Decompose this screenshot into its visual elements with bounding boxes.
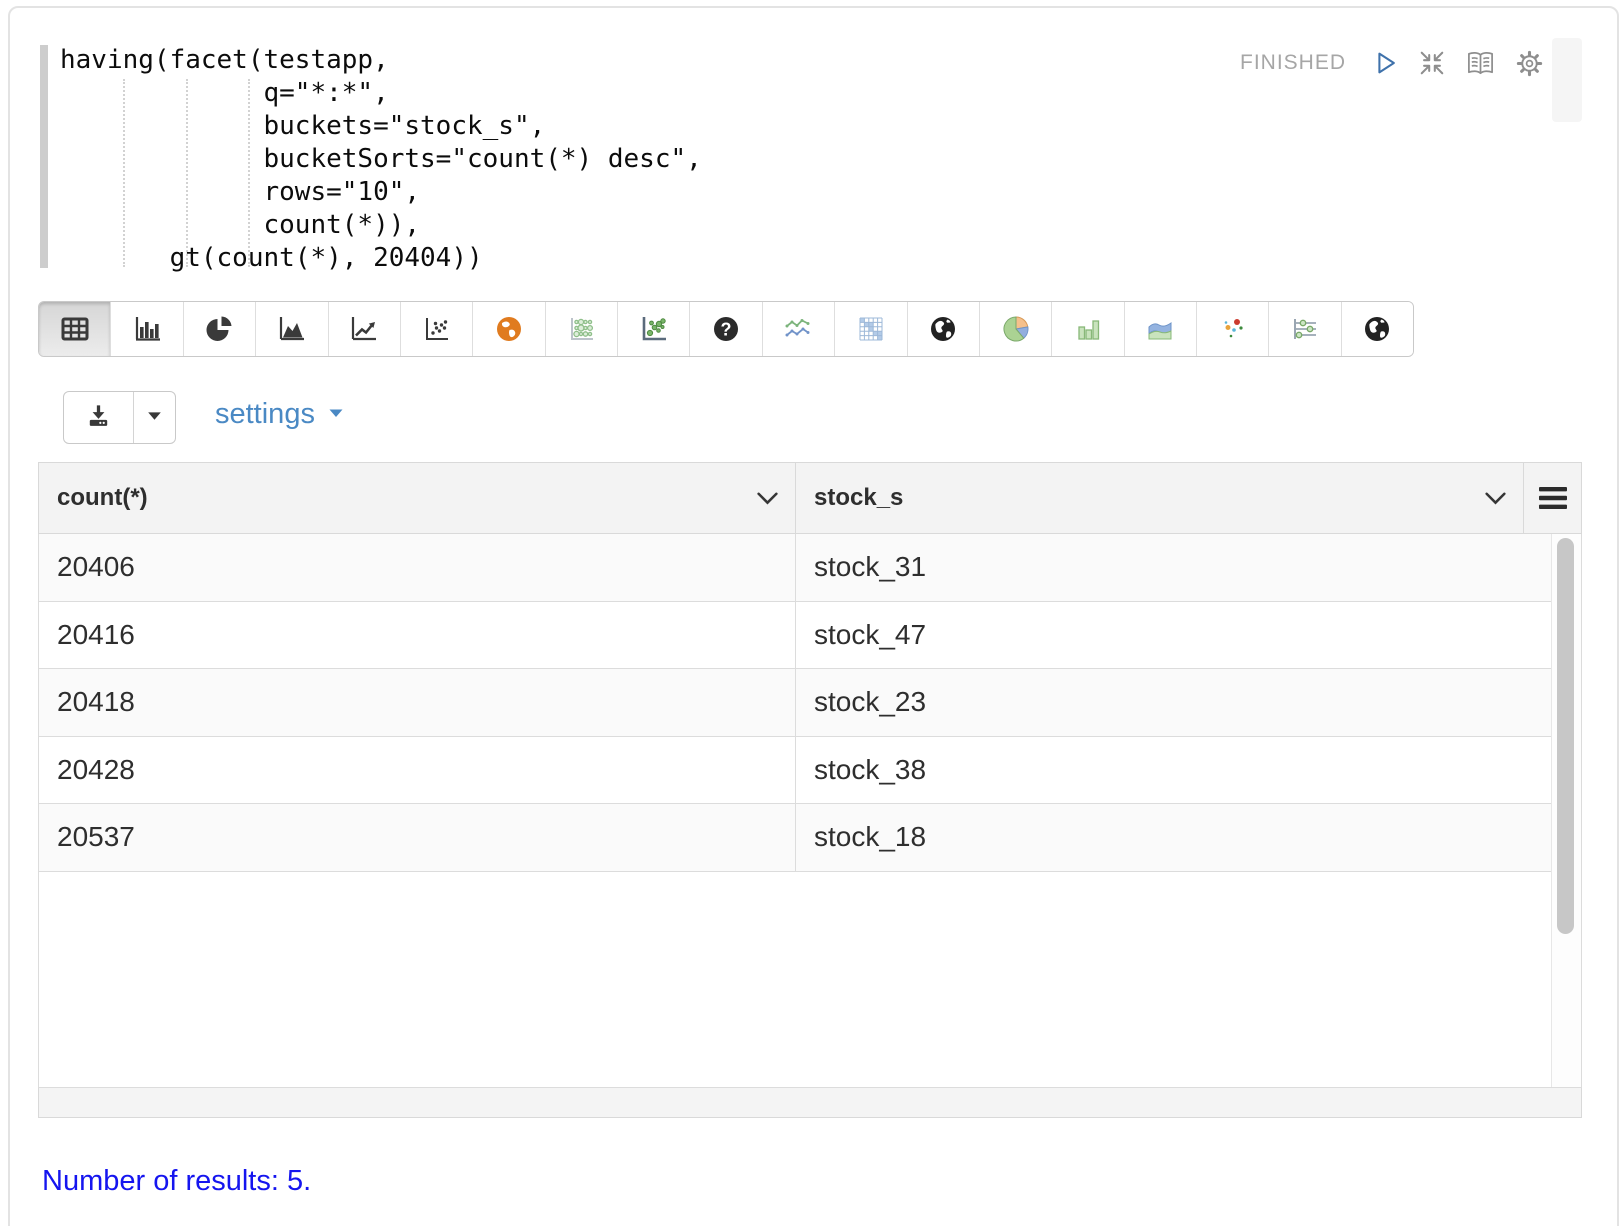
table-row[interactable]: 20537 stock_18: [39, 804, 1551, 872]
sliders-icon: [1289, 313, 1321, 345]
pie-chart-icon: [203, 313, 235, 345]
stock-cell: stock_23: [796, 669, 1551, 736]
toolbar-button-scatter-dots-colored[interactable]: [1197, 302, 1269, 356]
editor-scrollbar[interactable]: [1552, 38, 1582, 122]
results-count-text: Number of results: 5.: [42, 1165, 311, 1198]
caret-down-blue-icon: [326, 398, 346, 431]
toolbar-button-line-chart[interactable]: [329, 302, 401, 356]
scatter-chart-icon: [421, 313, 453, 345]
editor-gutter-bar: [40, 45, 48, 268]
caret-down-icon: [144, 405, 165, 431]
area-chart-icon: [276, 313, 308, 345]
count-cell: 20418: [39, 669, 796, 736]
column-label: count(*): [57, 484, 148, 512]
pie-colored-icon: [1000, 313, 1032, 345]
grid-body: 20406 stock_31 20416 stock_47 20418 stoc…: [38, 534, 1582, 1087]
column-menu-button[interactable]: [1484, 491, 1507, 506]
column-label: stock_s: [814, 484, 903, 512]
show-editor-button[interactable]: [1465, 49, 1496, 78]
toolbar-button-sliders[interactable]: [1269, 302, 1341, 356]
collapse-button[interactable]: [1418, 49, 1446, 77]
toolbar-button-pie-colored[interactable]: [980, 302, 1052, 356]
stock-cell: stock_47: [796, 602, 1551, 669]
download-button[interactable]: [64, 392, 134, 443]
bubble-scatter-icon: [638, 313, 670, 345]
toolbar-button-scatter-chart[interactable]: [401, 302, 473, 356]
scatter-dots-colored-icon: [1217, 313, 1249, 345]
download-icon: [84, 401, 113, 435]
toolbar-button-area-chart[interactable]: [256, 302, 328, 356]
grid-header: count(*) stock_s: [38, 462, 1582, 534]
vertical-scrollbar-thumb[interactable]: [1557, 538, 1574, 934]
grid-footer-scroll-area[interactable]: [38, 1087, 1582, 1118]
table-row[interactable]: 20416 stock_47: [39, 602, 1551, 670]
stock-cell: stock_31: [796, 534, 1551, 601]
settings-toggle[interactable]: settings: [215, 398, 346, 431]
toolbar-button-globe-dark[interactable]: [908, 302, 980, 356]
heatmap-icon: [855, 313, 887, 345]
line-chart-icon: [348, 313, 380, 345]
paragraph-status-row: FINISHED: [1240, 46, 1544, 80]
column-header-count[interactable]: count(*): [39, 463, 796, 533]
vertical-scrollbar-track[interactable]: [1551, 534, 1581, 1087]
stock-cell: stock_18: [796, 804, 1551, 871]
bubble-grid-icon: [565, 313, 597, 345]
globe-dark-icon: [927, 313, 959, 345]
count-cell: 20416: [39, 602, 796, 669]
table-row[interactable]: 20418 stock_23: [39, 669, 1551, 737]
count-cell: 20537: [39, 804, 796, 871]
help-icon: ?: [710, 313, 742, 345]
toolbar-button-multi-line-chart[interactable]: [763, 302, 835, 356]
status-badge: FINISHED: [1240, 51, 1346, 75]
toolbar-button-column-chart-green[interactable]: [1052, 302, 1124, 356]
table-row[interactable]: 20428 stock_38: [39, 737, 1551, 805]
toolbar-button-globe-dark2[interactable]: [1342, 302, 1413, 356]
download-options-button[interactable]: [134, 392, 175, 443]
run-button[interactable]: [1371, 49, 1399, 77]
multi-line-chart-icon: [782, 313, 814, 345]
table-icon: [59, 313, 91, 345]
bar-chart-icon: [131, 313, 163, 345]
toolbar-button-bar-chart[interactable]: [111, 302, 183, 356]
grid-menu-button[interactable]: [1524, 463, 1581, 533]
column-menu-button[interactable]: [756, 491, 779, 506]
table-row[interactable]: 20406 stock_31: [39, 534, 1551, 602]
globe-dark2-icon: [1361, 313, 1393, 345]
count-cell: 20406: [39, 534, 796, 601]
zeppelin-paragraph: having(facet(testapp, q="*:*", buckets="…: [0, 0, 1624, 1226]
export-button-group: [63, 391, 176, 444]
toolbar-button-pie-chart[interactable]: [184, 302, 256, 356]
toolbar-button-bubble-scatter[interactable]: [618, 302, 690, 356]
stream-area-icon: [1144, 313, 1176, 345]
toolbar-button-heatmap[interactable]: [835, 302, 907, 356]
stock-cell: stock_38: [796, 737, 1551, 804]
toolbar-button-table[interactable]: [39, 302, 111, 356]
settings-label: settings: [215, 398, 315, 431]
svg-text:?: ?: [721, 320, 732, 340]
toolbar-button-help[interactable]: ?: [690, 302, 762, 356]
results-grid: count(*) stock_s 20406 stock_31 20416 st…: [38, 462, 1582, 1118]
map-globe-orange-icon: [493, 313, 525, 345]
column-chart-green-icon: [1072, 313, 1104, 345]
count-cell: 20428: [39, 737, 796, 804]
column-header-stock[interactable]: stock_s: [796, 463, 1524, 533]
paragraph-settings-button[interactable]: [1515, 49, 1544, 78]
code-text[interactable]: having(facet(testapp, q="*:*", buckets="…: [60, 44, 702, 275]
toolbar-button-map-globe-orange[interactable]: [473, 302, 545, 356]
toolbar-button-bubble-grid[interactable]: [546, 302, 618, 356]
toolbar-button-stream-area[interactable]: [1125, 302, 1197, 356]
chart-type-toolbar: ?: [38, 301, 1414, 357]
